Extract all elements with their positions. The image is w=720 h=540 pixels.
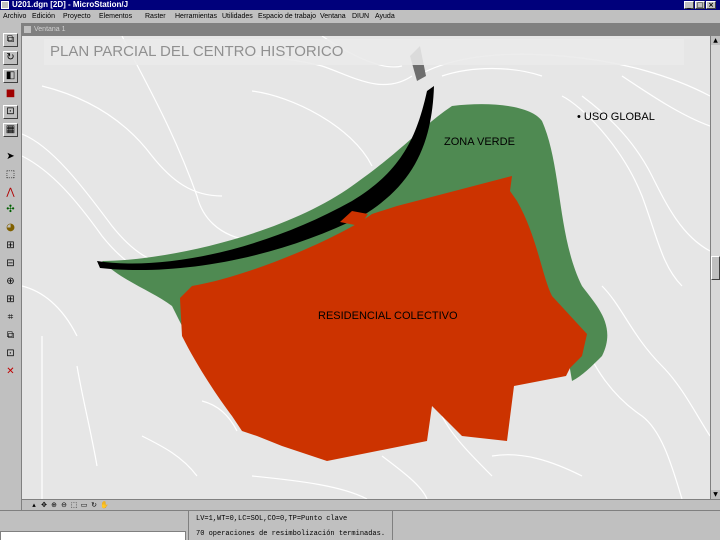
view-rotate-icon[interactable]: ↻ xyxy=(90,501,98,509)
status-input-field[interactable] xyxy=(0,531,186,540)
status-bar: LV=1,WT=0,LC=SOL,CO=0,TP=Punto clave 70 … xyxy=(0,510,720,540)
map-drawing xyxy=(22,36,710,499)
array-icon[interactable]: ▦ xyxy=(3,123,18,137)
maximize-icon[interactable]: □ xyxy=(695,1,705,9)
view-title-bar: Ventana 1 xyxy=(22,23,720,36)
view-window: Ventana 1 PLAN PARCIAL DEL CENTRO HISTOR… xyxy=(22,23,720,510)
view-expand-icon[interactable]: ✥ xyxy=(40,501,48,509)
zone-label-residential: RESIDENCIAL COLECTIVO xyxy=(318,310,458,322)
mirror-icon[interactable]: ◧ xyxy=(3,69,18,83)
tool-palette: ⧉ ↻ ◧ ■ ⊡ ▦ ➤ ⬚ ⋀ ✣ ◕ ⊞ ⊟ ⊕ ⊞ ⌗ ⧉ ⊡ ✕ xyxy=(0,23,22,510)
view-zoom-out-icon[interactable]: ⊖ xyxy=(60,501,68,509)
menu-elementos[interactable]: Elementos xyxy=(99,10,132,23)
measure-icon[interactable]: ⊞ xyxy=(3,239,18,253)
status-message-symbology: LV=1,WT=0,LC=SOL,CO=0,TP=Punto clave xyxy=(196,515,348,523)
view-window-area-icon[interactable]: ⬚ xyxy=(70,501,78,509)
view-name: Ventana 1 xyxy=(34,26,66,33)
menu-raster[interactable]: Raster xyxy=(145,10,166,23)
view-controls-bar: ▴ ✥ ⊕ ⊖ ⬚ ▭ ↻ ✋ xyxy=(22,499,720,510)
view-fit-icon[interactable]: ▭ xyxy=(80,501,88,509)
delete-icon[interactable]: ✕ xyxy=(3,365,18,379)
status-message-operations: 70 operaciones de resimbolización termin… xyxy=(196,530,386,538)
line-icon[interactable]: ⋀ xyxy=(3,186,18,200)
scale-icon[interactable]: ⊡ xyxy=(3,105,18,119)
zone-label-green: ZONA VERDE xyxy=(444,136,515,148)
snap-icon[interactable]: ⌗ xyxy=(3,311,18,325)
pan-icon[interactable]: ⊟ xyxy=(3,257,18,271)
menu-archivo[interactable]: Archivo xyxy=(3,10,26,23)
window-title-bar: U201.dgn [2D] - MicroStation/J _ □ × xyxy=(0,0,720,10)
view-zoom-in-icon[interactable]: ⊕ xyxy=(50,501,58,509)
grid-icon[interactable]: ⊞ xyxy=(3,293,18,307)
scrollbar-thumb[interactable] xyxy=(711,256,720,280)
select-arrow-icon[interactable]: ➤ xyxy=(3,150,18,164)
menu-utilidades[interactable]: Utilidades xyxy=(222,10,253,23)
status-divider xyxy=(188,511,189,540)
menu-diun[interactable]: DIUN xyxy=(352,10,369,23)
menu-bar: Archivo Edición Proyecto Elementos Raste… xyxy=(0,10,720,23)
fence-icon[interactable]: ⬚ xyxy=(3,168,18,182)
menu-edicion[interactable]: Edición xyxy=(32,10,55,23)
map-title: PLAN PARCIAL DEL CENTRO HISTORICO xyxy=(44,39,684,65)
window-title: U201.dgn [2D] - MicroStation/J xyxy=(12,0,129,9)
menu-proyecto[interactable]: Proyecto xyxy=(63,10,91,23)
menu-herramientas[interactable]: Herramientas xyxy=(175,10,217,23)
menu-ayuda[interactable]: Ayuda xyxy=(375,10,395,23)
reference-icon[interactable]: ⊡ xyxy=(3,347,18,361)
close-icon[interactable]: × xyxy=(706,1,716,9)
menu-ventana[interactable]: Ventana xyxy=(320,10,346,23)
scroll-down-icon[interactable]: ▼ xyxy=(711,490,720,499)
element-info-icon[interactable]: ■ xyxy=(3,87,18,101)
view-icon xyxy=(24,26,31,33)
status-divider-right xyxy=(392,511,393,540)
minimize-icon[interactable]: _ xyxy=(684,1,694,9)
copy-parallel-icon[interactable]: ⧉ xyxy=(3,329,18,343)
app-icon xyxy=(1,1,9,9)
copy-icon[interactable]: ⧉ xyxy=(3,33,18,47)
rotate-icon[interactable]: ↻ xyxy=(3,51,18,65)
menu-espacio-de-trabajo[interactable]: Espacio de trabajo xyxy=(258,10,316,23)
point-icon[interactable]: ✣ xyxy=(3,203,18,217)
vertical-scrollbar[interactable]: ▲ ▼ xyxy=(710,36,720,499)
zoom-icon[interactable]: ⊕ xyxy=(3,275,18,289)
view-pan-icon[interactable]: ✋ xyxy=(100,501,109,509)
legend-uso-global: • USO GLOBAL xyxy=(577,111,655,123)
drawing-canvas[interactable]: PLAN PARCIAL DEL CENTRO HISTORICO • USO … xyxy=(22,36,710,499)
scroll-up-icon[interactable]: ▲ xyxy=(711,36,720,45)
fill-icon[interactable]: ◕ xyxy=(3,221,18,235)
view-up-icon[interactable]: ▴ xyxy=(30,501,38,509)
